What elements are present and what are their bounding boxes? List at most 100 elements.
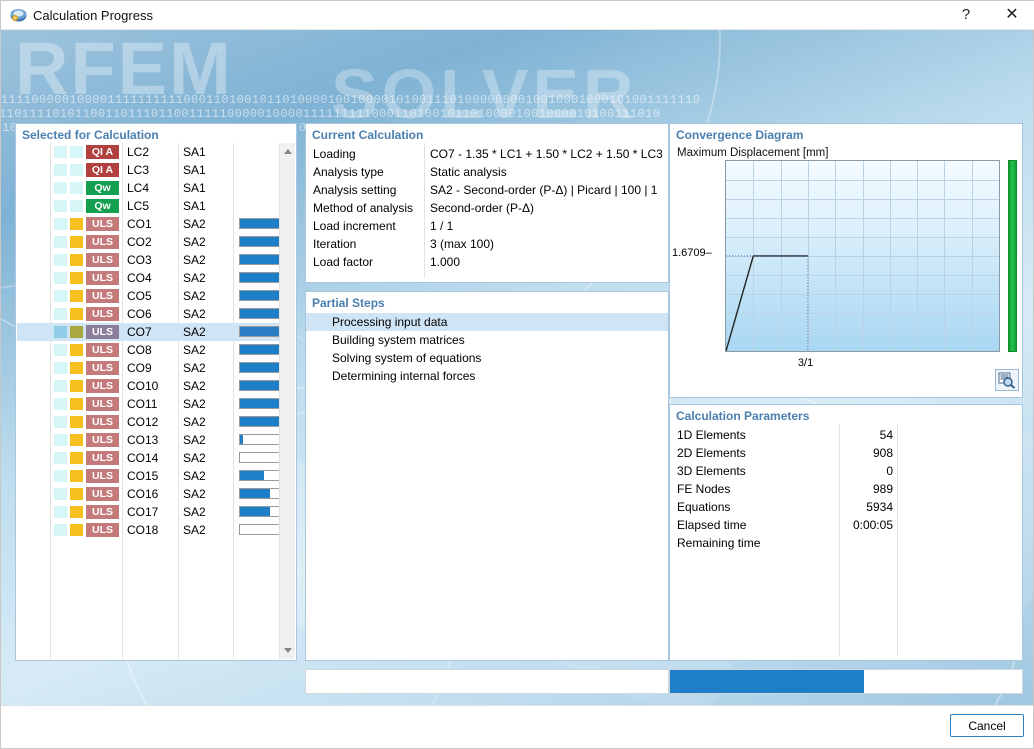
detail-row: LoadingCO7 - 1.35 * LC1 + 1.50 * LC2 + 1… [306, 145, 668, 163]
color-swatch [54, 308, 67, 320]
detail-key: Loading [313, 145, 356, 163]
table-row[interactable]: ULSCO16SA2 [17, 485, 279, 503]
calculation-parameters-rows: 1D Elements542D Elements9083D Elements0F… [670, 426, 1022, 552]
table-row[interactable]: ULSCO2SA2 [17, 233, 279, 251]
table-row[interactable]: ULSCO7SA2 [17, 323, 279, 341]
detail-row: Analysis typeStatic analysis [306, 163, 668, 181]
app-icon [10, 7, 27, 24]
title-bar: Calculation Progress ? ✕ [1, 1, 1034, 30]
partial-step-item[interactable]: Processing input data [306, 313, 668, 331]
load-case-number: CO8 [127, 341, 152, 359]
table-row[interactable]: QwLC4SA1 [17, 179, 279, 197]
load-case-number: LC3 [127, 161, 149, 179]
calculation-list[interactable]: QI ALC2SA1QI ALC3SA1QwLC4SA1QwLC5SA1ULSC… [17, 143, 295, 659]
help-button[interactable]: ? [943, 1, 989, 29]
binary-line: 1001011011110101100110111011001111100000… [1, 107, 1033, 121]
load-case-number: CO11 [127, 395, 157, 413]
parameter-key: 1D Elements [677, 426, 746, 444]
table-row[interactable]: ULSCO18SA2 [17, 521, 279, 539]
color-swatch [54, 380, 67, 392]
parameter-row: Remaining time [670, 534, 1022, 552]
list-scrollbar[interactable] [279, 143, 295, 659]
table-row[interactable]: ULS CO10 SA2 [17, 377, 279, 395]
table-row[interactable]: QI ALC3SA1 [17, 161, 279, 179]
color-swatch [54, 470, 67, 482]
partial-step-item[interactable]: Determining internal forces [306, 367, 668, 385]
parameter-row: Elapsed time0:00:05 [670, 516, 1022, 534]
table-row[interactable]: ULSCO1SA2 [17, 215, 279, 233]
detail-row: Iteration3 (max 100) [306, 235, 668, 253]
load-case-number: CO3 [127, 251, 152, 269]
table-row[interactable]: QI ALC2SA1 [17, 143, 279, 161]
color-swatch [70, 434, 83, 446]
table-row[interactable]: ULSCO15SA2 [17, 467, 279, 485]
load-case-number: LC2 [127, 143, 149, 161]
load-type-badge: ULS [86, 379, 119, 393]
table-row[interactable]: ULSCO9SA2 [17, 359, 279, 377]
analysis-setting: SA2 [183, 305, 206, 323]
scroll-down-button[interactable] [280, 642, 296, 659]
analysis-setting: SA2 [183, 395, 206, 413]
load-case-number: CO2 [127, 233, 152, 251]
color-swatch [54, 254, 67, 266]
cancel-button[interactable]: Cancel [950, 714, 1024, 737]
load-case-number: CO12 [127, 413, 158, 431]
load-case-number: CO7 [127, 323, 152, 341]
color-swatch [54, 488, 67, 500]
calculation-parameters-header: Calculation Parameters [670, 405, 1022, 426]
partial-steps-list: Processing input dataBuilding system mat… [306, 313, 668, 385]
color-swatch [54, 434, 67, 446]
load-type-badge: ULS [86, 397, 119, 411]
parameter-value: 0:00:05 [845, 516, 893, 534]
color-swatch [70, 218, 83, 230]
close-button[interactable]: ✕ [989, 1, 1034, 29]
convergence-status-bar [1008, 160, 1017, 352]
color-swatch [70, 380, 83, 392]
detail-key: Load increment [313, 217, 396, 235]
load-type-badge: ULS [86, 235, 119, 249]
table-row[interactable]: ULSCO4SA2 [17, 269, 279, 287]
scroll-up-button[interactable] [280, 143, 296, 160]
table-row[interactable]: ULSCO13SA2 [17, 431, 279, 449]
table-row[interactable]: ULSCO8SA2 [17, 341, 279, 359]
partial-step-item[interactable]: Solving system of equations [306, 349, 668, 367]
color-swatch [70, 470, 83, 482]
color-swatch [70, 524, 83, 536]
analysis-setting: SA2 [183, 377, 206, 395]
calculation-progress-dialog: Calculation Progress ? ✕ RFEM SOLVER 111… [0, 0, 1034, 749]
load-type-badge: ULS [86, 271, 119, 285]
load-case-number: CO9 [127, 359, 152, 377]
table-row[interactable]: ULSCO17SA2 [17, 503, 279, 521]
parameter-row: Equations5934 [670, 498, 1022, 516]
parameter-key: Remaining time [677, 534, 760, 552]
table-row[interactable]: ULSCO6SA2 [17, 305, 279, 323]
load-case-number: CO14 [127, 449, 158, 467]
convergence-plot [725, 160, 1000, 352]
zoom-details-button[interactable] [995, 369, 1019, 391]
partial-step-item[interactable]: Building system matrices [306, 331, 668, 349]
table-row[interactable]: ULSCO5SA2 [17, 287, 279, 305]
color-swatch [70, 326, 83, 338]
parameter-value: 54 [845, 426, 893, 444]
color-swatch [70, 290, 83, 302]
y-tick-label: 1.6709– [672, 247, 712, 259]
color-swatch [54, 182, 67, 194]
load-type-badge: ULS [86, 505, 119, 519]
load-type-badge: ULS [86, 415, 119, 429]
analysis-setting: SA1 [183, 161, 206, 179]
color-swatch [54, 452, 67, 464]
detail-row: Load factor1.000 [306, 253, 668, 271]
analysis-setting: SA2 [183, 323, 206, 341]
table-row[interactable]: QwLC5SA1 [17, 197, 279, 215]
load-case-number: CO10 [127, 377, 158, 395]
parameter-value: 5934 [845, 498, 893, 516]
table-row[interactable]: ULS CO11 SA2 [17, 395, 279, 413]
partial-steps-header: Partial Steps [306, 292, 668, 313]
parameter-row: 2D Elements908 [670, 444, 1022, 462]
color-swatch [54, 272, 67, 284]
table-row[interactable]: ULSCO3SA2 [17, 251, 279, 269]
table-row[interactable]: ULSCO14SA2 [17, 449, 279, 467]
overall-progress-bar-right [669, 669, 1023, 694]
parameter-key: 2D Elements [677, 444, 746, 462]
table-row[interactable]: ULSCO12SA2 [17, 413, 279, 431]
